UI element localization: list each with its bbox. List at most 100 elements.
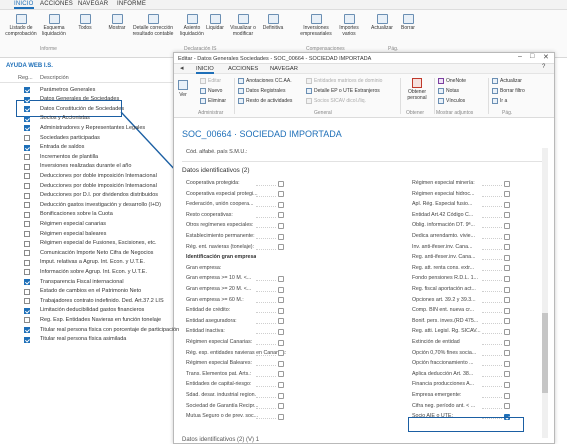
field-checkbox[interactable] [504, 297, 510, 304]
dialog-scrollbar-thumb[interactable] [542, 313, 548, 393]
dialog-tab-acciones[interactable]: ACCIONES [228, 66, 258, 72]
field-checkbox[interactable] [504, 381, 510, 388]
row-checkbox[interactable] [24, 211, 30, 218]
field-checkbox[interactable] [504, 318, 510, 325]
field-checkbox[interactable] [278, 244, 284, 251]
list-item[interactable]: Régimen especial canarias [18, 219, 178, 229]
list-item[interactable]: Inversiones realizadas durante el año [18, 162, 178, 172]
list-item[interactable]: Trabajadores contrato indefinido. Ded. A… [18, 296, 178, 306]
liquidar-button[interactable]: Liquidar [205, 14, 225, 32]
field-checkbox[interactable] [278, 180, 284, 187]
row-checkbox[interactable] [24, 183, 30, 189]
vinculos-button[interactable]: Vínculos [438, 98, 465, 104]
list-item[interactable]: Deducciones por doble imposición Interna… [18, 171, 178, 181]
row-checkbox[interactable] [24, 163, 30, 170]
obtener-personal-button[interactable]: Obtener personal [404, 78, 430, 101]
field-checkbox[interactable] [504, 212, 510, 219]
column-header-descripcion[interactable]: Descripción [40, 75, 69, 81]
field-checkbox[interactable] [504, 201, 510, 208]
detalle-correccion-button[interactable]: Detalle corrección resultado contable [128, 14, 178, 37]
visualizar-modificar-button[interactable]: Visualizar o modificar [228, 14, 258, 37]
todos-button[interactable]: Todos [76, 14, 94, 32]
field-checkbox[interactable] [504, 392, 510, 399]
entidades-matrices-button[interactable]: Entidades matrices de dominio [306, 78, 382, 84]
list-item[interactable]: Administradores y Representantes Legales [18, 123, 178, 133]
definitiva-button[interactable]: Definitiva [260, 14, 286, 32]
field-checkbox[interactable] [278, 201, 284, 208]
borrar-filtro-button[interactable]: Borrar filtro [492, 88, 525, 94]
field-checkbox[interactable] [504, 222, 510, 229]
section-header-datos-identificativos[interactable]: Datos identificativos (2) [182, 167, 250, 174]
dialog-tab-navegar[interactable]: NAVEGAR [270, 66, 298, 72]
eliminar-button[interactable]: Eliminar [200, 98, 226, 104]
list-item[interactable]: Régimen especial baleares [18, 229, 178, 239]
list-item[interactable]: Limitación deducibilidad gastos financie… [18, 306, 178, 316]
nuevo-button[interactable]: Nuevo [200, 88, 222, 94]
importes-varios-button[interactable]: Importes varios [336, 14, 362, 37]
list-item[interactable]: Datos Generales de Sociedades [18, 95, 178, 105]
list-item[interactable]: Régimen especial de Fusiones, Escisiones… [18, 239, 178, 249]
row-checkbox[interactable] [24, 307, 30, 314]
list-item[interactable]: Imput. relativas a Agrup. Int. Econ. y U… [18, 258, 178, 268]
tab-navegar[interactable]: NAVEGAR [78, 1, 108, 7]
field-checkbox[interactable] [278, 350, 284, 357]
row-checkbox[interactable] [24, 288, 30, 295]
row-checkbox[interactable] [24, 106, 30, 113]
detalle-ep-button[interactable]: Detalle EP o UTE Extranjeros [306, 88, 380, 94]
minimize-icon[interactable]: – [518, 53, 522, 60]
inversiones-empresariales-button[interactable]: Inversiones empresariales [296, 14, 336, 37]
listado-comprobacion-button[interactable]: Listado de comprobación [4, 14, 38, 37]
back-arrow-icon[interactable]: ◂ [180, 64, 184, 72]
field-checkbox[interactable] [504, 275, 510, 282]
list-item[interactable]: Deducciones por D.I. por dividendos dist… [18, 191, 178, 201]
field-checkbox[interactable] [278, 392, 284, 399]
list-item[interactable]: Incrementos de plantilla [18, 152, 178, 162]
resto-actividades-button[interactable]: Resto de actividades [238, 98, 292, 104]
row-checkbox[interactable] [24, 135, 30, 141]
field-checkbox[interactable] [504, 403, 510, 410]
list-item[interactable]: Deducción gastos investigación y desarro… [18, 200, 178, 210]
field-checkbox[interactable] [504, 360, 510, 367]
row-checkbox[interactable] [24, 231, 30, 237]
list-item[interactable]: Estado de cambios en el Patrimonio Neto [18, 287, 178, 297]
field-checkbox[interactable] [278, 212, 284, 219]
list-item[interactable]: Deducciones por doble imposición Interna… [18, 181, 178, 191]
tab-inicio[interactable]: INICIO [14, 1, 34, 9]
field-checkbox[interactable] [278, 403, 284, 410]
row-checkbox[interactable] [24, 154, 30, 161]
list-item[interactable]: Titular real persona física asimilada [18, 335, 178, 345]
ver-button[interactable]: Ver [178, 80, 188, 98]
field-checkbox[interactable] [504, 191, 510, 198]
field-checkbox[interactable] [504, 339, 510, 346]
row-checkbox[interactable] [24, 125, 30, 132]
field-checkbox[interactable] [504, 180, 510, 187]
datos-registrales-button[interactable]: Datos Registrales [238, 88, 285, 94]
field-checkbox[interactable] [278, 371, 284, 378]
row-checkbox[interactable] [24, 96, 30, 103]
dialog-scrollbar[interactable] [542, 148, 548, 438]
notas-button[interactable]: Notas [438, 88, 459, 94]
row-checkbox[interactable] [24, 259, 30, 266]
field-checkbox[interactable] [278, 339, 284, 346]
row-checkbox[interactable] [24, 192, 30, 199]
field-checkbox[interactable] [504, 254, 510, 261]
field-checkbox[interactable] [504, 350, 510, 357]
row-checkbox[interactable] [24, 173, 30, 180]
esquema-liquidacion-button[interactable]: Esquema liquidación [42, 14, 66, 37]
row-checkbox[interactable] [24, 298, 30, 305]
row-checkbox[interactable] [24, 115, 30, 122]
field-checkbox[interactable] [504, 286, 510, 293]
field-checkbox[interactable] [278, 286, 284, 293]
list-item[interactable]: Transparencia Fiscal internacional [18, 277, 178, 287]
close-icon[interactable]: ✕ [543, 53, 549, 61]
list-item[interactable]: Reg. Esp. Entidades Navieras en función … [18, 315, 178, 325]
borrar-button[interactable]: Borrar [398, 14, 418, 32]
field-checkbox[interactable] [278, 297, 284, 304]
row-checkbox[interactable] [24, 336, 30, 343]
row-checkbox[interactable] [24, 327, 30, 333]
field-checkbox[interactable] [278, 381, 284, 388]
help-icon[interactable]: ? [542, 64, 545, 70]
row-checkbox[interactable] [24, 250, 30, 257]
field-checkbox[interactable] [504, 265, 510, 272]
row-checkbox[interactable] [24, 221, 30, 228]
